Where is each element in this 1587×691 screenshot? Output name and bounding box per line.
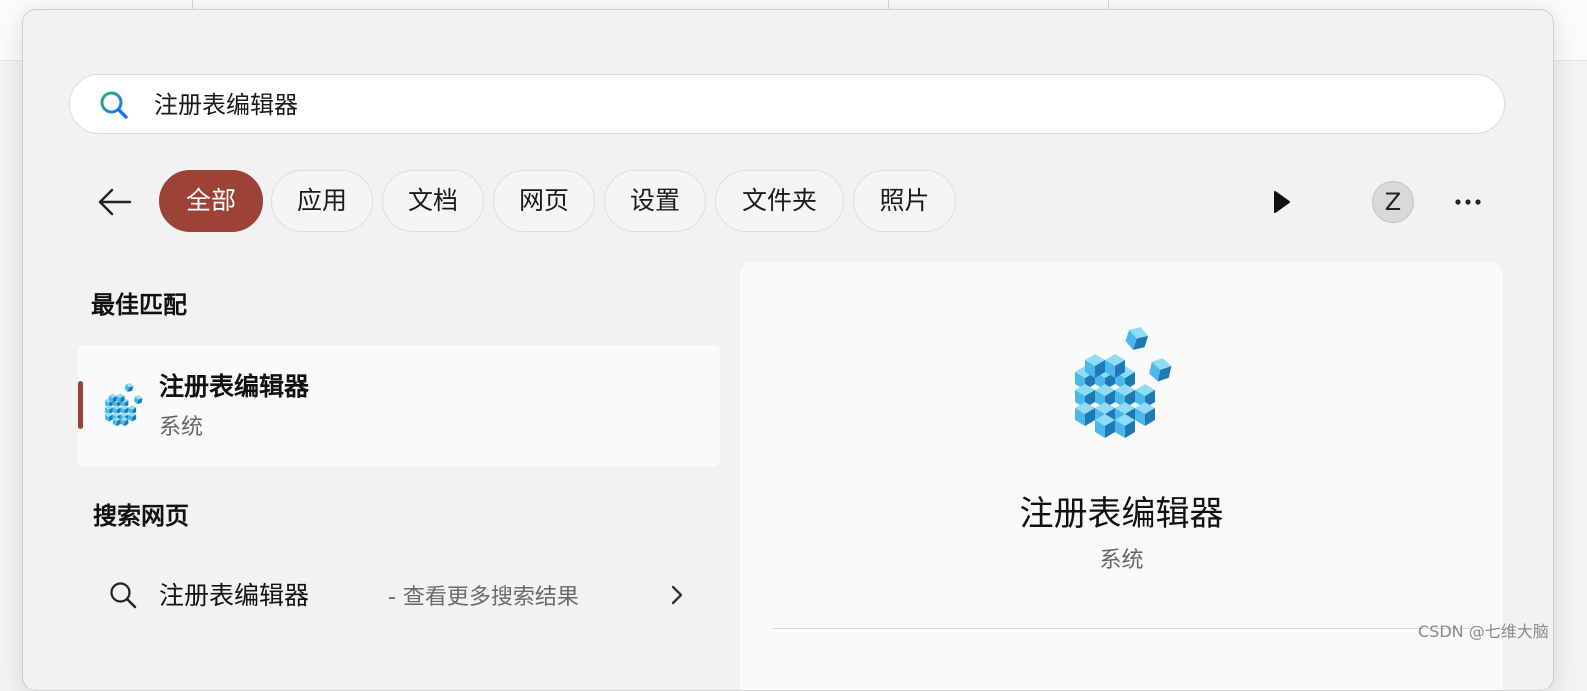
watermark: CSDN @七维大脑 [1418,622,1549,641]
detail-app-type: 系统 [1099,548,1144,573]
detail-pane: 注册表编辑器 系统 [740,262,1503,690]
divider [772,628,1472,629]
web-search-result[interactable]: 注册表编辑器 - 查看更多搜索结果 [78,566,720,624]
arrow-left-icon [98,188,132,216]
filter-bar: 全部 应用 文档 网页 设置 文件夹 照片 Z [23,170,1553,234]
result-app-name: 注册表编辑器 [159,372,310,401]
detail-app-name: 注册表编辑器 [1019,494,1224,534]
tab-web[interactable]: 网页 [493,170,595,232]
tab-all[interactable]: 全部 [159,170,263,232]
more-horizontal-icon[interactable] [1451,188,1485,216]
search-icon [110,582,137,609]
best-match-result[interactable]: 注册表编辑器 系统 [78,345,720,467]
web-search-query: 注册表编辑器 [159,581,310,610]
registry-editor-icon [1073,322,1185,440]
search-flyout: 注册表编辑器 全部 应用 文档 网页 设置 文件夹 照片 Z 最佳匹配 注册表编… [22,9,1554,691]
tab-documents[interactable]: 文档 [382,170,484,232]
tab-photos[interactable]: 照片 [853,170,956,232]
play-icon[interactable] [1269,188,1295,216]
tab-settings[interactable]: 设置 [604,170,706,232]
search-input[interactable]: 注册表编辑器 [69,74,1505,134]
selection-indicator [78,381,83,429]
avatar[interactable]: Z [1372,181,1414,223]
tab-folders[interactable]: 文件夹 [715,170,844,232]
web-search-heading: 搜索网页 [93,502,189,530]
result-app-type: 系统 [159,415,204,440]
search-query-text: 注册表编辑器 [154,91,298,119]
best-match-heading: 最佳匹配 [91,291,187,319]
tab-apps[interactable]: 应用 [271,170,373,232]
back-button[interactable] [93,182,137,222]
web-search-hint: - 查看更多搜索结果 [388,585,579,610]
search-icon [100,91,128,119]
registry-editor-icon [104,381,148,427]
chevron-right-icon [671,585,683,605]
